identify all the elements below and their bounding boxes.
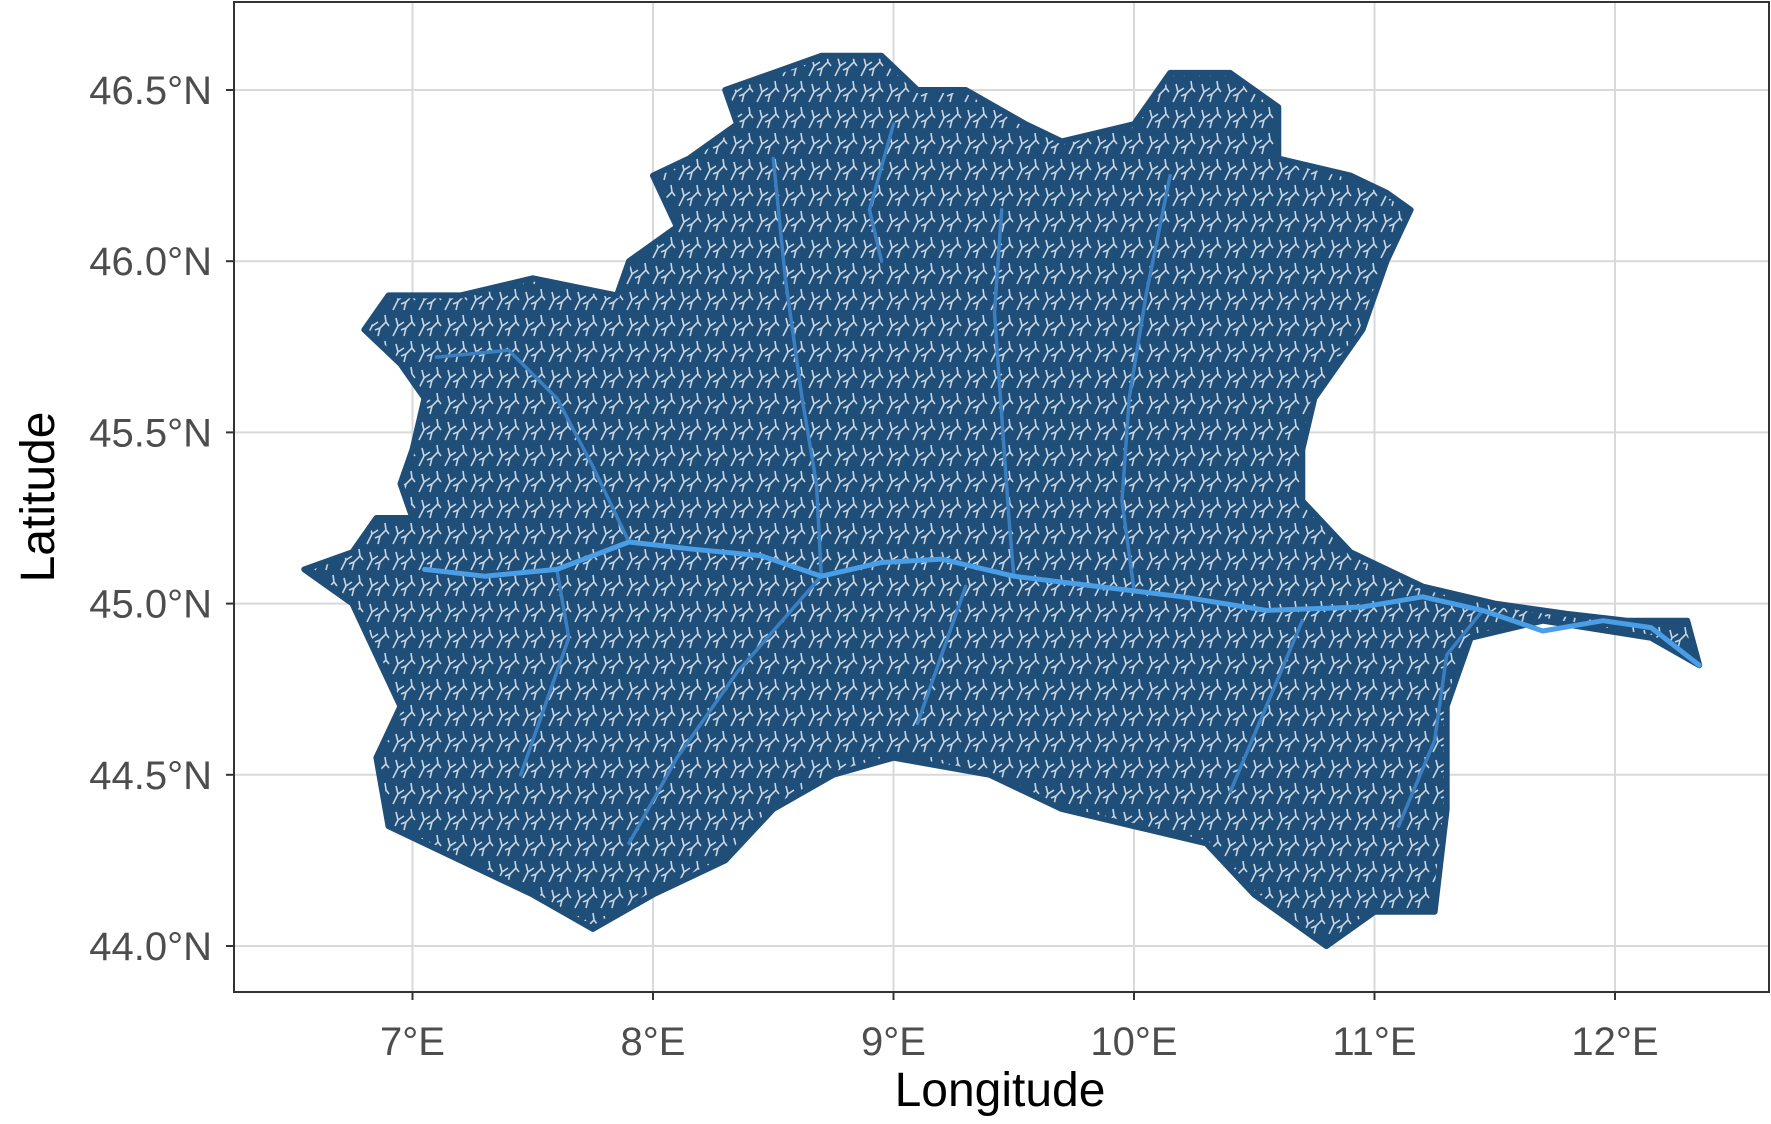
y-tick-label: 44.5°N [89, 754, 212, 798]
x-axis-ticks: 7°E 8°E 9°E 10°E 11°E 12°E [380, 992, 1659, 1064]
x-tick-label: 12°E [1571, 1020, 1658, 1064]
y-tick-label: 45.0°N [89, 583, 212, 627]
panel [233, 1, 1770, 993]
x-axis-title: Longitude [895, 1064, 1106, 1117]
y-tick-label: 44.0°N [89, 925, 212, 969]
x-tick-label: 8°E [621, 1020, 686, 1064]
y-axis-ticks: 44.0°N 44.5°N 45.0°N 45.5°N 46.0°N 46.5°N [89, 69, 234, 969]
x-tick-label: 11°E [1332, 1020, 1416, 1064]
x-tick-label: 9°E [861, 1020, 926, 1064]
y-tick-label: 45.5°N [89, 411, 212, 455]
y-axis-title: Latitude [12, 412, 65, 583]
x-tick-label: 7°E [380, 1020, 445, 1064]
y-tick-label: 46.0°N [89, 240, 212, 284]
river-map-figure: 7°E 8°E 9°E 10°E 11°E 12°E 44.0°N 44.5°N 45.0°N… [12, 1, 1770, 1117]
y-tick-label: 46.5°N [89, 69, 212, 113]
x-tick-label: 10°E [1090, 1020, 1177, 1064]
